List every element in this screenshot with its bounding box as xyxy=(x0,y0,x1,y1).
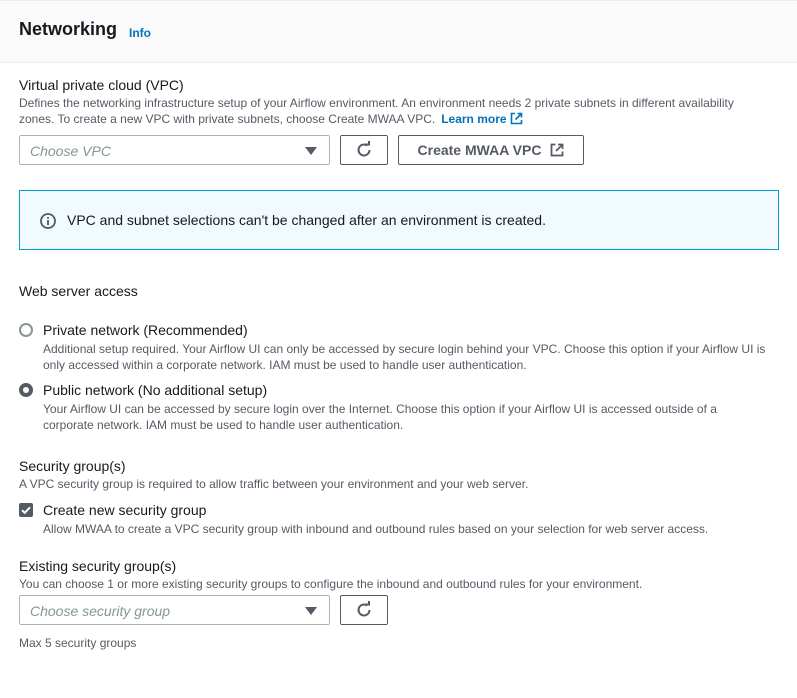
vpc-refresh-button[interactable] xyxy=(340,135,388,165)
security-groups-label: Security group(s) xyxy=(19,458,126,474)
public-network-description: Your Airflow UI can be accessed by secur… xyxy=(43,401,793,433)
security-group-select[interactable]: Choose security group xyxy=(19,595,330,625)
public-network-label[interactable]: Public network (No additional setup) xyxy=(43,382,267,398)
refresh-icon xyxy=(357,141,371,157)
existing-security-groups-label: Existing security group(s) xyxy=(19,558,177,574)
public-network-desc-line2: corporate network. IAM must be used to h… xyxy=(43,418,404,432)
radio-private-network[interactable] xyxy=(19,323,33,337)
create-new-security-group-label[interactable]: Create new security group xyxy=(43,502,206,518)
caret-down-icon xyxy=(305,147,317,155)
external-link-icon xyxy=(510,112,522,125)
learn-more-label: Learn more xyxy=(441,112,507,126)
vpc-info-alert: VPC and subnet selections can't be chang… xyxy=(19,190,779,250)
security-group-refresh-button[interactable] xyxy=(340,595,388,625)
private-network-desc-line1: Additional setup required. Your Airflow … xyxy=(43,342,766,356)
vpc-select-placeholder: Choose VPC xyxy=(30,143,111,159)
create-mwaa-vpc-button[interactable]: Create MWAA VPC xyxy=(398,135,584,165)
section-header xyxy=(0,0,797,63)
section-title: Networking xyxy=(19,19,118,39)
check-icon xyxy=(21,506,31,515)
security-groups-description: A VPC security group is required to allo… xyxy=(19,477,529,491)
public-network-desc-line1: Your Airflow UI can be accessed by secur… xyxy=(43,402,717,416)
vpc-description-line2: zones. To create a new VPC with private … xyxy=(19,112,436,126)
security-group-select-placeholder: Choose security group xyxy=(30,603,171,619)
create-mwaa-vpc-label: Create MWAA VPC xyxy=(417,142,542,158)
info-circle-icon xyxy=(40,213,56,229)
create-new-security-group-description: Allow MWAA to create a VPC security grou… xyxy=(43,522,709,536)
alert-text: VPC and subnet selections can't be chang… xyxy=(67,212,546,228)
existing-security-groups-description: You can choose 1 or more existing securi… xyxy=(19,577,643,591)
vpc-description: Defines the networking infrastructure se… xyxy=(19,95,789,127)
private-network-label[interactable]: Private network (Recommended) xyxy=(43,322,248,338)
max-security-groups-hint: Max 5 security groups xyxy=(19,636,137,650)
info-link[interactable]: Info xyxy=(129,26,151,40)
refresh-icon xyxy=(357,601,371,617)
private-network-description: Additional setup required. Your Airflow … xyxy=(43,341,793,373)
private-network-desc-line2: only accessed within a corporate network… xyxy=(43,358,527,372)
caret-down-icon xyxy=(305,607,317,615)
vpc-select[interactable]: Choose VPC xyxy=(19,135,330,165)
create-new-security-group-checkbox[interactable] xyxy=(19,503,33,517)
vpc-description-line1: Defines the networking infrastructure se… xyxy=(19,96,734,110)
learn-more-link[interactable]: Learn more xyxy=(441,112,522,126)
external-link-icon xyxy=(551,143,564,157)
web-server-access-label: Web server access xyxy=(19,283,138,299)
vpc-label: Virtual private cloud (VPC) xyxy=(19,77,184,93)
radio-public-network[interactable] xyxy=(19,383,33,397)
